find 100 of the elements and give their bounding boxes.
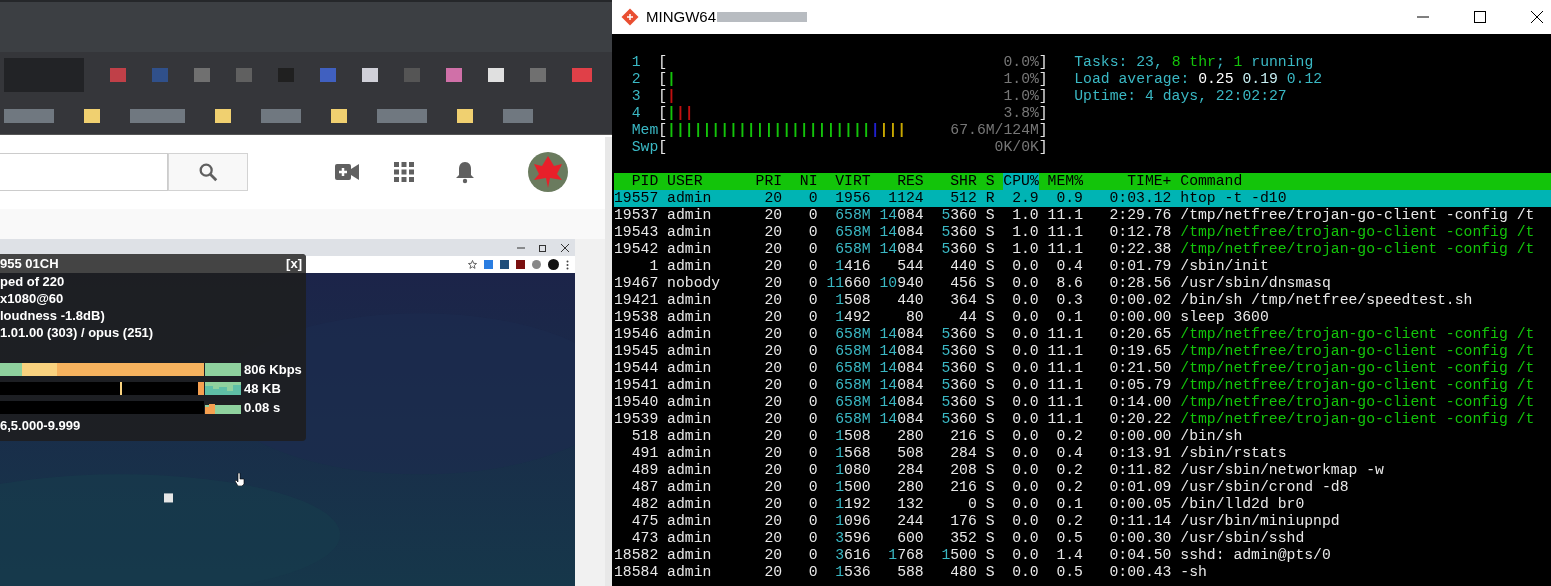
table-cell: 19544 [614, 360, 659, 377]
table-cell-text: 600 [896, 530, 924, 547]
table-cell-text: 0.0 [1011, 479, 1039, 496]
process-row[interactable]: 489 admin 20 0 1080 284 208 S 0.0 0.2 0:11.82 /usr/sbin/networkmap -w [614, 462, 1551, 479]
process-row[interactable]: 18584 admin 20 0 1536 588 480 S 0.0 0.5 0:00.43 -sh [614, 564, 1551, 581]
table-cell-text: 0:05.79 [1108, 377, 1172, 394]
process-row[interactable]: 487 admin 20 0 1500 280 216 S 0.0 0.2 0:01.09 /usr/sbin/crond -d8 [614, 479, 1551, 496]
column-header[interactable]: MEM% [1047, 173, 1083, 190]
close-icon[interactable] [1531, 11, 1543, 23]
column-header[interactable]: USER [667, 173, 747, 190]
table-cell: S [985, 564, 995, 581]
process-row[interactable]: 19537 admin 20 0 658M 14084 5360 S 1.0 11.1 2:29.76 /tmp/netfree/trojan-go-client -config /t [614, 207, 1551, 224]
table-cell: 19541 [614, 377, 659, 394]
info-line: Load average: 0.25 0.19 0.12 [1074, 71, 1323, 88]
close-icon[interactable] [561, 243, 569, 252]
table-cell-text: 244 [896, 513, 924, 530]
scrollbar[interactable] [605, 137, 612, 586]
blurred-icon [503, 108, 533, 123]
stats-reading: 0.08 s [244, 399, 281, 416]
extension-icon[interactable] [532, 260, 541, 269]
table-cell-text: 5360 [940, 207, 977, 224]
table-cell-text: 1768 [887, 547, 924, 564]
table-cell-text: 44 [958, 309, 977, 326]
table-cell: S [985, 360, 995, 377]
process-row[interactable]: 518 admin 20 0 1508 280 216 S 0.0 0.2 0:00.00 /bin/sh [614, 428, 1551, 445]
table-cell-text: 0 [807, 258, 818, 275]
table-cell-text: 20 [763, 377, 783, 394]
column-header[interactable]: S [985, 173, 995, 190]
column-header[interactable]: CPU% [1003, 173, 1039, 190]
table-cell-text: 20 [763, 496, 783, 513]
table-cell: 18582 [614, 547, 659, 564]
blurred-icon [4, 108, 54, 123]
table-cell-text: 1956 [834, 190, 871, 207]
avatar[interactable] [548, 259, 559, 270]
maximize-icon[interactable] [1474, 11, 1486, 23]
table-cell-text: 658M [834, 360, 871, 377]
process-row[interactable]: 19467 nobody 20 0 11660 10940 456 S 0.0 8.6 0:28.56 /usr/sbin/dnsmasq [614, 275, 1551, 292]
process-row[interactable]: 19557 admin 20 0 1956 1124 512 R 2.9 0.9 0:03.12 htop -t -d10 [614, 190, 1551, 207]
process-row[interactable]: 491 admin 20 0 1568 508 284 S 0.0 0.4 0:13.91 /sbin/rstats [614, 445, 1551, 462]
search-field[interactable] [0, 153, 168, 191]
table-cell-text: 0:20.22 [1108, 411, 1172, 428]
column-header[interactable]: SHR [932, 173, 977, 190]
column-header[interactable]: VIRT [826, 173, 871, 190]
column-header[interactable]: TIME+ [1091, 173, 1172, 190]
table-cell: 19557 [614, 190, 659, 207]
table-cell-text: 0.0 [1011, 530, 1039, 547]
column-header[interactable]: PRI [755, 173, 783, 190]
process-row[interactable]: 19538 admin 20 0 1492 80 44 S 0.0 0.1 0:00.00 sleep 3600 [614, 309, 1551, 326]
process-row[interactable]: 482 admin 20 0 1192 132 0 S 0.0 0.1 0:00.05 /bin/lld2d br0 [614, 496, 1551, 513]
process-row[interactable]: 19542 admin 20 0 658M 14084 5360 S 1.0 11.1 0:22.38 /tmp/netfree/trojan-go-client -config /t [614, 241, 1551, 258]
meter-bracket: ] [1038, 122, 1048, 139]
meter-reading: 67.6M/124M [950, 122, 1039, 139]
process-row[interactable]: 18582 admin 20 0 3616 1768 1500 S 0.0 1.4 0:04.50 sshd: admin@pts/0 [614, 547, 1551, 564]
column-header[interactable]: NI [791, 173, 818, 190]
search-button[interactable] [168, 153, 248, 191]
process-row[interactable]: 19545 admin 20 0 658M 14084 5360 S 0.0 11.1 0:19.65 /tmp/netfree/trojan-go-client -config /t [614, 343, 1551, 360]
process-row[interactable]: 473 admin 20 0 3596 600 352 S 0.0 0.5 0:00.30 /usr/sbin/sshd [614, 530, 1551, 547]
column-header[interactable]: PID [614, 173, 659, 190]
process-row[interactable]: 1 admin 20 0 1416 544 440 S 0.0 0.4 0:01.79 /sbin/init [614, 258, 1551, 275]
process-row[interactable]: 475 admin 20 0 1096 244 176 S 0.0 0.2 0:11.14 /usr/bin/miniupnpd [614, 513, 1551, 530]
process-row[interactable]: 19539 admin 20 0 658M 14084 5360 S 0.0 11.1 0:20.22 /tmp/netfree/trojan-go-client -config /t [614, 411, 1551, 428]
table-cell-text: /usr/sbin/crond -d8 [1180, 479, 1350, 496]
restore-icon[interactable] [539, 243, 547, 252]
table-cell: S [985, 326, 995, 343]
process-row[interactable]: 19546 admin 20 0 658M 14084 5360 S 0.0 11.1 0:20.65 /tmp/netfree/trojan-go-client -config /t [614, 326, 1551, 343]
table-cell: 14084 [879, 224, 924, 241]
column-header[interactable]: RES [879, 173, 924, 190]
process-row[interactable]: 19543 admin 20 0 658M 14084 5360 S 1.0 11.1 0:12.78 /tmp/netfree/trojan-go-client -config /t [614, 224, 1551, 241]
process-row[interactable]: 19421 admin 20 0 1508 440 364 S 0.0 0.3 0:00.02 /bin/sh /tmp/netfree/speedtest.sh [614, 292, 1551, 309]
table-cell-text: 0.0 [1011, 428, 1039, 445]
process-row[interactable]: 19541 admin 20 0 658M 14084 5360 S 0.0 11.1 0:05.79 /tmp/netfree/trojan-go-client -config /t [614, 377, 1551, 394]
table-cell: 14084 [879, 411, 924, 428]
video-camera-icon[interactable] [335, 163, 359, 181]
table-cell-text: 1492 [834, 309, 871, 326]
table-cell-text: admin [667, 530, 713, 547]
table-cell-text: 284 [896, 462, 924, 479]
more-icon[interactable] [566, 259, 569, 270]
close-button[interactable]: [x] [286, 255, 302, 272]
blurred-icon [572, 67, 592, 82]
process-row[interactable]: 19544 admin 20 0 658M 14084 5360 S 0.0 11.1 0:21.50 /tmp/netfree/trojan-go-client -config /t [614, 360, 1551, 377]
table-cell-text: 1536 [834, 564, 871, 581]
table-cell: 19542 [614, 241, 659, 258]
bell-icon[interactable] [454, 160, 476, 184]
table-cell-text: 1508 [834, 428, 871, 445]
table-cell-text: /usr/sbin/dnsmasq [1180, 275, 1332, 292]
blurred-icon [331, 108, 347, 123]
table-cell: S [985, 292, 995, 309]
meter-bracket: [ [658, 139, 668, 156]
process-row[interactable]: 19540 admin 20 0 658M 14084 5360 S 0.0 11.1 0:14.00 /tmp/netfree/trojan-go-client -config /t [614, 394, 1551, 411]
table-cell-text: /sbin/rstats [1180, 445, 1288, 462]
table-cell-text: 0.0 [1011, 394, 1039, 411]
table-cell-text: 20 [763, 326, 783, 343]
apps-grid-icon[interactable] [394, 162, 414, 182]
table-cell-text: admin [667, 547, 713, 564]
table-cell-text: 20 [763, 479, 783, 496]
table-cell-text: admin [667, 496, 713, 513]
meter-ticks: | [667, 88, 676, 105]
column-header[interactable]: Command [1180, 173, 1551, 190]
table-cell-text: 1508 [834, 292, 871, 309]
star-icon[interactable] [468, 260, 477, 269]
